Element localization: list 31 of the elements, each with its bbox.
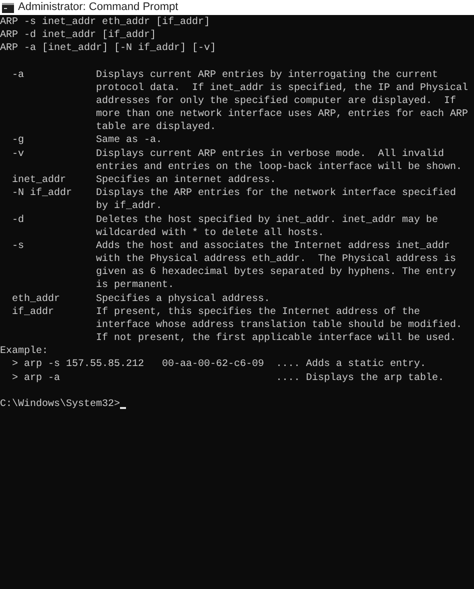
option-name: -g (12, 135, 24, 146)
prompt-marker: > (12, 372, 18, 384)
usage-line: ARP -s inet_addr eth_addr [if_addr] (0, 16, 210, 30)
prompt-marker: > (12, 359, 18, 370)
option-name: eth_addr (12, 294, 60, 305)
command-prompt: C:\Windows\System32> (0, 398, 120, 412)
option-description: Deletes the host specified by inet_addr. inet_addr may be wildcarded with * to delete all hosts. (96, 214, 438, 240)
option-name: -N if_addr (12, 188, 72, 200)
example-heading: Example: (0, 345, 48, 358)
option-description: Displays current ARP entries by interrogating the current protocol data. If inet_addr is specified, the IP and Physical addresses for only the specified computer are displayed. If more than one network interface uses ARP, entries for each ARP table are displayed. (96, 68, 468, 134)
option-description: Adds the host and associates the Internet address inet_addr with the Physical address eth_addr. The Physical address is given as 6 hexadecimal bytes separated by hyphens. The entry is permanent. (96, 240, 456, 293)
example-comment: .... Displays the arp table. (276, 372, 444, 385)
option-name: -d (12, 214, 24, 226)
example-command: arp -s 157.55.85.212 00-aa-00-62-c6-09 (24, 359, 264, 370)
option-name: inet_addr (12, 175, 66, 186)
option-description: Displays current ARP entries in verbose mode. All invalid entries and entries on the loop-back interface will be shown. (96, 148, 462, 174)
usage-line: ARP -a [inet_addr] [-N if_addr] [-v] (0, 42, 216, 56)
example-command: arp -a (24, 372, 60, 384)
option-description: Specifies a physical address. (96, 292, 270, 306)
option-description: Specifies an internet address. (96, 174, 276, 188)
option-description: If present, this specifies the Internet address of the interface whose address translation table should be modified. If not present, the first applicable interface will be used. (96, 306, 462, 346)
example-comment: .... Adds a static entry. (276, 358, 426, 372)
console-icon (2, 2, 14, 12)
option-name: if_addr (12, 306, 54, 318)
option-name: -s (12, 240, 24, 252)
option-description: Displays the ARP entries for the network interface specified by if_addr. (96, 187, 456, 214)
option-name: -v (12, 148, 24, 160)
usage-line: ARP -d inet_addr [if_addr] (0, 29, 156, 42)
window-title: Administrator: Command Prompt (18, 2, 178, 13)
option-name: -a (12, 70, 24, 81)
option-description: Same as -a. (96, 134, 162, 148)
